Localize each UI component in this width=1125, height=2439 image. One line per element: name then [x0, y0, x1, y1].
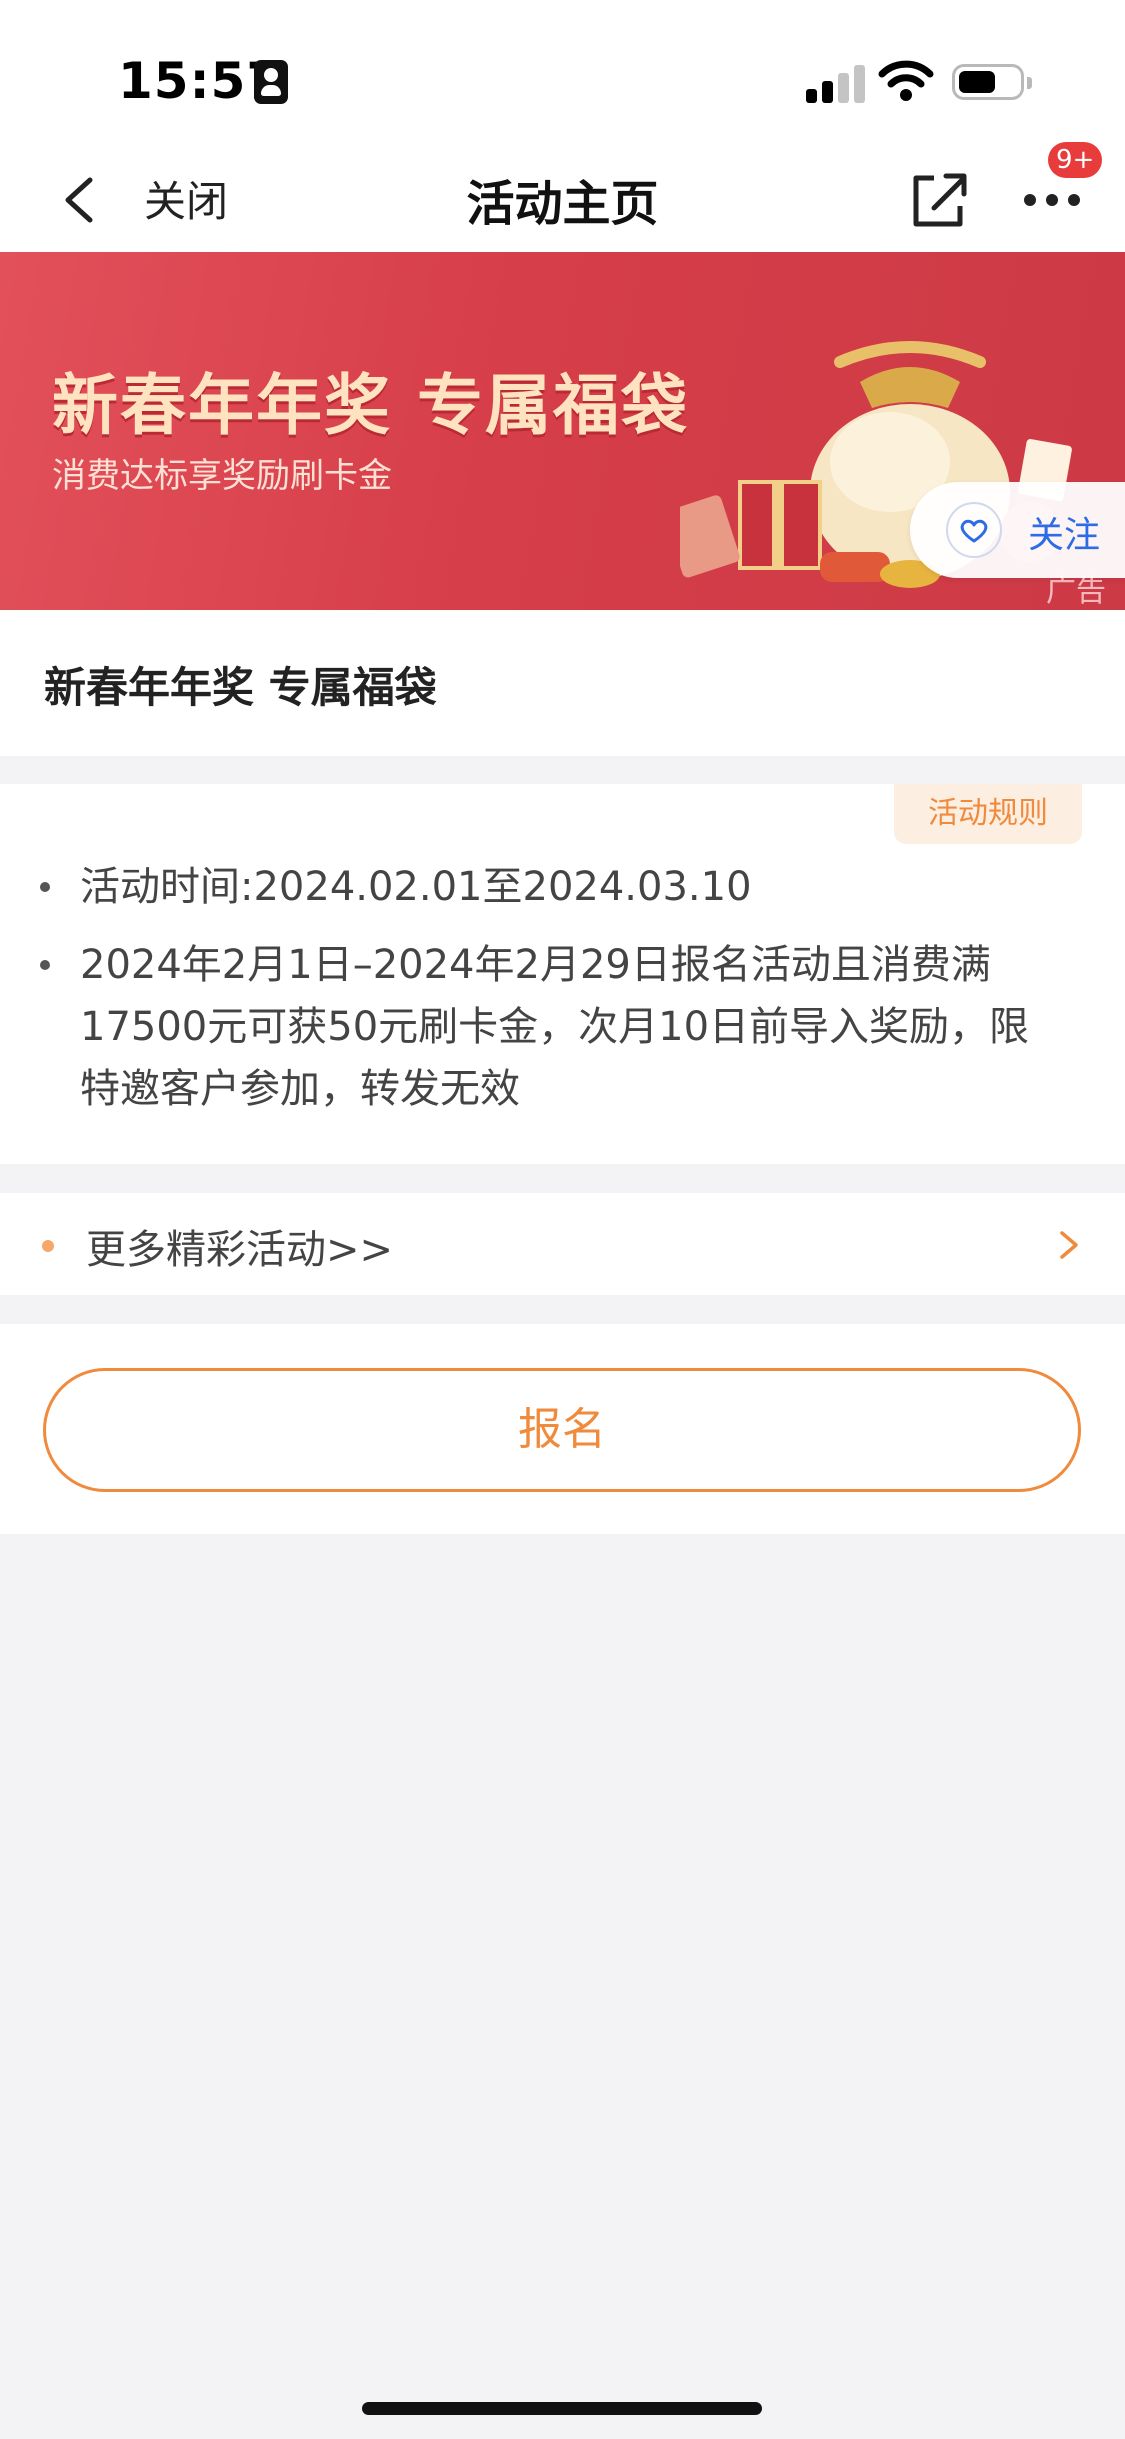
follow-button[interactable]: 关注 [910, 482, 1125, 578]
wifi-icon [878, 60, 934, 101]
back-arrow-icon[interactable] [52, 160, 112, 240]
activity-time: 活动时间:2024.02.01至2024.03.10 [80, 864, 752, 910]
activity-detail-card: 活动规则 活动时间:2024.02.01至2024.03.10 2024年2月1… [0, 784, 1125, 1164]
bullet-dot [40, 882, 50, 892]
home-indicator[interactable] [362, 2402, 762, 2415]
battery-icon [952, 64, 1032, 100]
rules-button[interactable]: 活动规则 [894, 784, 1082, 844]
bullet-dot [40, 960, 50, 970]
heart-icon-wrap [946, 502, 1002, 558]
follow-label: 关注 [1028, 515, 1101, 556]
activity-name: 新春年年奖 专属福袋 [44, 663, 437, 712]
status-bar: 15:57 [0, 0, 1125, 150]
activity-name-card: 新春年年奖 专属福袋 [0, 610, 1125, 756]
activity-desc-line: 特邀客户参加，转发无效 [80, 1066, 520, 1112]
signup-button[interactable]: 报名 [43, 1368, 1081, 1492]
chevron-right-icon [1060, 1231, 1078, 1259]
banner-title: 新春年年奖 专属福袋 [52, 367, 689, 444]
heart-icon [960, 519, 988, 543]
share-icon[interactable] [904, 160, 974, 240]
more-activities-label: 更多精彩活动>> [86, 1227, 394, 1273]
notification-badge: 9+ [1048, 142, 1103, 178]
close-button[interactable]: 关闭 [144, 168, 228, 229]
nav-bar: 关闭 活动主页 [0, 150, 1125, 252]
activity-desc-line: 2024年2月1日–2024年2月29日报名活动且消费满 [80, 942, 991, 988]
bullet-dot [42, 1240, 54, 1252]
more-activities-link[interactable]: 更多精彩活动>> [0, 1193, 1125, 1295]
signup-card: 报名 [0, 1324, 1125, 1534]
banner-subtitle: 消费达标享奖励刷卡金 [52, 456, 392, 496]
activity-desc-line: 17500元可获50元刷卡金，次月10日前导入奖励，限 [80, 1004, 1030, 1050]
signal-icon [806, 63, 866, 103]
person-card-icon [254, 60, 288, 104]
